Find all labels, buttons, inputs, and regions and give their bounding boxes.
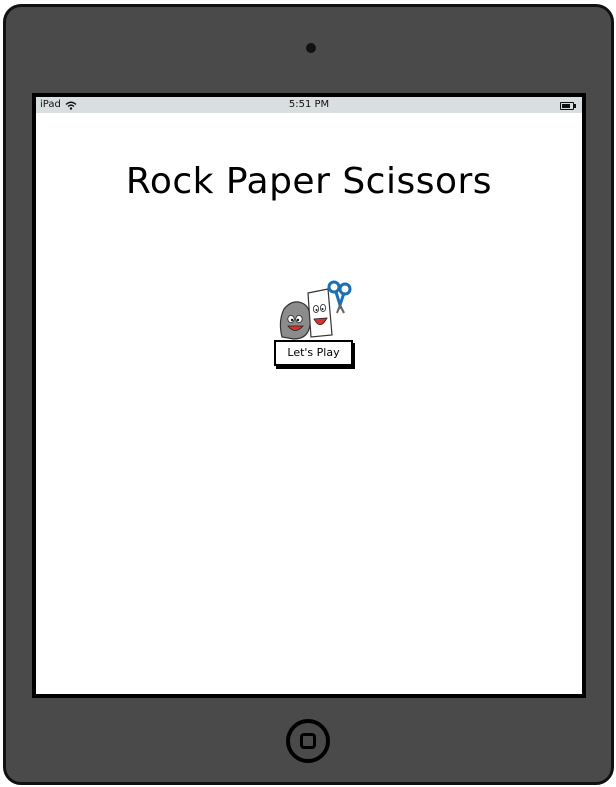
ipad-frame: iPad 5:51 PM Rock Paper Scissors Let's P… bbox=[3, 4, 614, 785]
ipad-screen: iPad 5:51 PM Rock Paper Scissors Let's P… bbox=[32, 93, 586, 698]
status-time: 5:51 PM bbox=[288, 99, 330, 110]
page-title: Rock Paper Scissors bbox=[125, 161, 493, 202]
rock-paper-scissors-characters-icon bbox=[279, 280, 352, 340]
front-camera-icon bbox=[306, 43, 316, 53]
battery-icon bbox=[560, 102, 576, 110]
status-bar: iPad 5:51 PM bbox=[36, 97, 582, 113]
home-square-icon bbox=[300, 733, 316, 749]
lets-play-button[interactable]: Let's Play bbox=[274, 340, 353, 366]
home-button-icon[interactable] bbox=[286, 719, 330, 763]
